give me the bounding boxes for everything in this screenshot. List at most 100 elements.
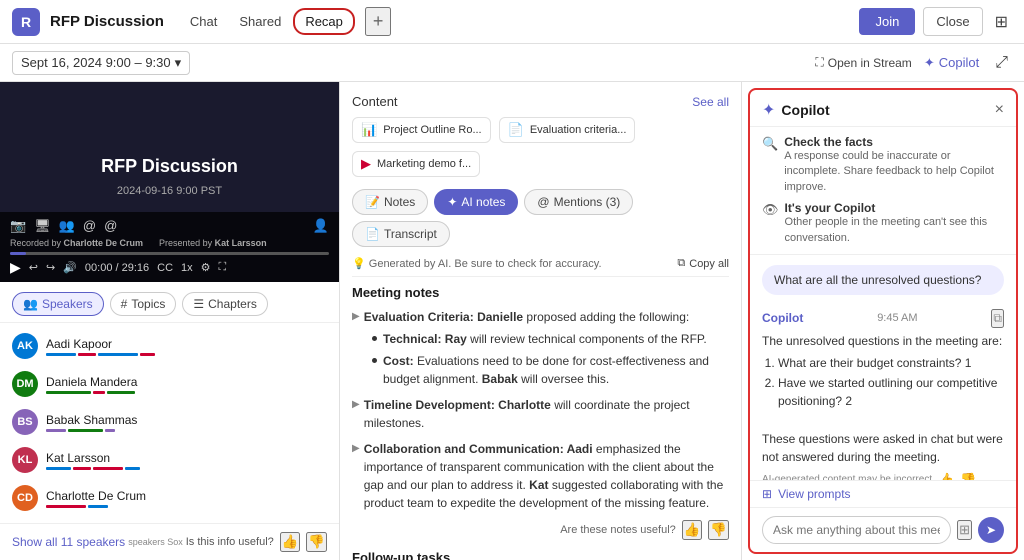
- bullet-dot2: [372, 358, 377, 363]
- note-expand-collab[interactable]: ▶ Collaboration and Communication: Aadi …: [352, 440, 729, 512]
- notes-tabs: 📝 Notes ✦ AI notes @ Mentions (3) 📄 Tran…: [352, 189, 729, 247]
- speaker-bar: [73, 467, 91, 470]
- speaker-name: Aadi Kapoor: [46, 337, 155, 351]
- note-item-timeline: ▶ Timeline Development: Charlotte will c…: [352, 396, 729, 432]
- speaker-name: Daniela Mandera: [46, 375, 137, 389]
- thumbs-down-copilot[interactable]: 👎: [960, 472, 976, 480]
- transcript-icon: 📄: [365, 227, 380, 241]
- time-display: 00:00 / 29:16: [85, 262, 149, 274]
- people-icon: 👥: [59, 218, 75, 234]
- file-chip-vid[interactable]: ▶ Marketing demo f...: [352, 151, 480, 177]
- share-icon: 👤: [313, 218, 329, 234]
- forward-icon[interactable]: ↪: [46, 261, 55, 274]
- send-button[interactable]: ➤: [978, 517, 1004, 543]
- tab-shared[interactable]: Shared: [229, 8, 291, 35]
- play-button[interactable]: ▶: [10, 259, 21, 276]
- note-sub-evaluation: Technical: Ray will review technical com…: [372, 330, 729, 388]
- more-options-button[interactable]: ⊞: [991, 8, 1012, 36]
- app-header: R RFP Discussion Chat Shared Recap + Joi…: [0, 0, 1024, 44]
- speaker-avatar: AK: [12, 333, 38, 359]
- header-actions: Join Close ⊞: [859, 7, 1012, 36]
- speaker-bar: [88, 505, 108, 508]
- speaker-avatar: KL: [12, 447, 38, 473]
- eye-icon: 👁: [762, 202, 779, 218]
- copy-response-button[interactable]: ⧉: [991, 309, 1004, 328]
- add-tab-button[interactable]: +: [365, 7, 392, 36]
- see-all-link[interactable]: See all: [692, 95, 729, 109]
- at-icon: @: [83, 218, 96, 234]
- fullscreen-icon[interactable]: ⛶: [219, 261, 227, 274]
- date-selector[interactable]: Sept 16, 2024 9:00 – 9:30 ▾: [12, 51, 190, 75]
- notice-desc-copilot: Other people in the meeting can't see th…: [785, 215, 1004, 246]
- video-progress-bar[interactable]: [10, 252, 329, 255]
- rewind-icon[interactable]: ↩: [29, 261, 38, 274]
- notes-thumbs-down[interactable]: 👎: [708, 520, 729, 540]
- left-panel: RFP Discussion 2024-09-16 9:00 PST 📷 🖥 👥…: [0, 82, 340, 560]
- speakers-tab[interactable]: 👥 Speakers: [12, 292, 104, 316]
- open-in-stream-button[interactable]: ⛶ Open in Stream: [815, 55, 911, 70]
- speed-label[interactable]: 1x: [181, 262, 193, 274]
- notes-icon: 📝: [365, 195, 380, 209]
- expand-icon[interactable]: ⤢: [991, 50, 1012, 76]
- speaker-bar: [98, 353, 138, 356]
- view-prompts-link[interactable]: ⊞ View prompts: [750, 480, 1016, 507]
- speaker-bar-row: [46, 353, 155, 356]
- tab-recap[interactable]: Recap: [293, 8, 355, 35]
- speaker-item: AK Aadi Kapoor: [0, 327, 339, 365]
- join-button[interactable]: Join: [859, 8, 915, 35]
- copy-icon: ⧉: [677, 257, 685, 270]
- copilot-sparkle-icon: ✦: [924, 55, 935, 71]
- transcript-tab[interactable]: 📄 Transcript: [352, 221, 450, 247]
- copilot-sender-label: Copilot: [762, 311, 803, 325]
- copilot-button[interactable]: ✦ Copilot: [924, 55, 979, 71]
- speaker-bar: [46, 429, 66, 432]
- recorded-by-label: Recorded by Charlotte De Crum: [10, 238, 143, 248]
- tab-chat[interactable]: Chat: [180, 8, 227, 35]
- ai-notes-tab[interactable]: ✦ AI notes: [434, 189, 518, 215]
- speaker-bar: [107, 391, 135, 394]
- thumbs-up-copilot[interactable]: 👍: [938, 472, 954, 480]
- show-all-speakers[interactable]: Show all 11 speakers: [12, 535, 125, 549]
- notice-your-copilot: 👁 It's your Copilot Other people in the …: [762, 201, 1004, 246]
- file-chip-ppt[interactable]: 📊 Project Outline Ro...: [352, 117, 491, 143]
- chapters-tab[interactable]: ☰ Chapters: [182, 292, 267, 316]
- copy-all-button[interactable]: ⧉ Copy all: [677, 257, 729, 270]
- left-footer: Show all 11 speakers speakers Sox Is thi…: [0, 523, 339, 560]
- topics-tab[interactable]: # Topics: [110, 292, 177, 316]
- copilot-title-row: ✦ Copilot: [762, 100, 830, 120]
- speaker-bar: [105, 429, 115, 432]
- notes-thumbs-up[interactable]: 👍: [682, 520, 703, 540]
- caption-icon[interactable]: CC: [157, 262, 173, 274]
- thumbs-down-button[interactable]: 👎: [306, 532, 327, 552]
- file-chip-word[interactable]: 📄 Evaluation criteria...: [499, 117, 636, 143]
- grid-icon: ⊞: [762, 487, 772, 501]
- speaker-bar: [46, 391, 91, 394]
- attach-icon[interactable]: ⊞: [957, 520, 972, 540]
- note-expand-evaluation[interactable]: ▶ Evaluation Criteria: Danielle proposed…: [352, 308, 729, 326]
- app-logo: R: [12, 8, 40, 36]
- speaker-list: AK Aadi Kapoor DM Daniela Mandera BS Bab…: [0, 323, 339, 523]
- note-expand-timeline[interactable]: ▶ Timeline Development: Charlotte will c…: [352, 396, 729, 432]
- copilot-input[interactable]: [762, 516, 951, 544]
- search-icon: 🔍: [762, 136, 778, 152]
- subheader: Sept 16, 2024 9:00 – 9:30 ▾ ⛶ Open in St…: [0, 44, 1024, 82]
- copilot-message: Copilot 9:45 AM ⧉ The unresolved questio…: [762, 309, 1004, 480]
- settings-icon[interactable]: ⚙: [201, 261, 211, 274]
- close-button[interactable]: Close: [923, 7, 982, 36]
- content-files: 📊 Project Outline Ro... 📄 Evaluation cri…: [352, 117, 729, 177]
- expand-arrow-icon3: ▶: [352, 441, 360, 456]
- notice-title-facts: Check the facts: [784, 135, 1004, 149]
- thumbs-up-button[interactable]: 👍: [280, 532, 301, 552]
- copilot-logo-icon: ✦: [762, 100, 775, 120]
- mentions-tab[interactable]: @ Mentions (3): [524, 189, 633, 215]
- notes-tab[interactable]: 📝 Notes: [352, 189, 428, 215]
- ai-notice-text: 💡 Generated by AI. Be sure to check for …: [352, 257, 602, 270]
- copilot-title: Copilot: [781, 102, 829, 118]
- volume-icon[interactable]: 🔊: [63, 261, 77, 274]
- copilot-close-button[interactable]: ×: [995, 101, 1004, 119]
- speakers-icon: 👥: [23, 297, 38, 311]
- copilot-notices: 🔍 Check the facts A response could be in…: [750, 127, 1016, 255]
- speaker-item: CD Charlotte De Crum: [0, 479, 339, 517]
- copilot-footer-note: AI-generated content may be incorrect 👍 …: [762, 472, 1004, 480]
- list-item: What are their budget constraints? 1: [778, 354, 1004, 372]
